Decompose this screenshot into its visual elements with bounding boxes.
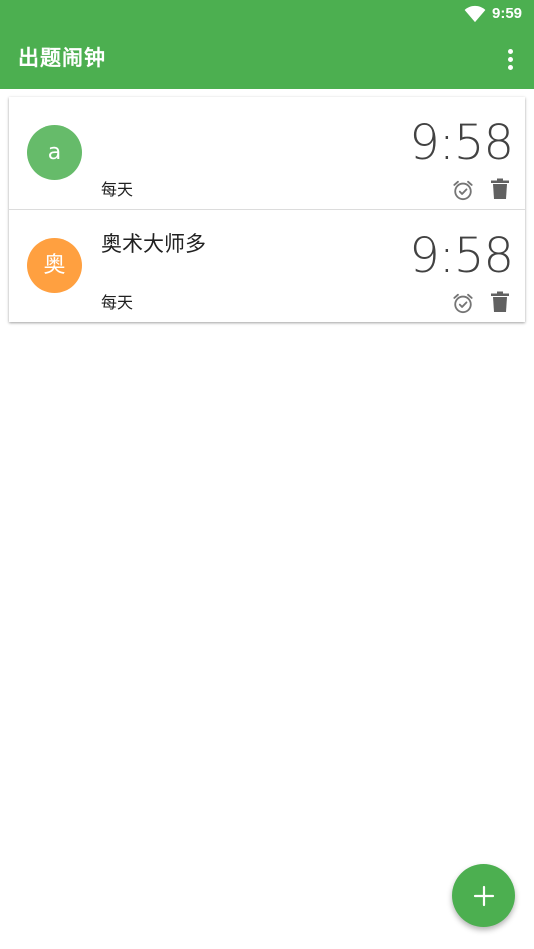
alarm-item[interactable]: 奥 奥术大师多 9:58 每天 — [9, 210, 525, 322]
status-bar: 9:59 — [0, 0, 534, 28]
alarm-check-icon[interactable] — [452, 179, 474, 201]
alarm-time[interactable]: 9:58 — [409, 111, 514, 175]
alarm-time[interactable]: 9:58 — [409, 224, 514, 288]
avatar: 奥 — [27, 238, 82, 293]
avatar: a — [27, 125, 82, 180]
alarm-repeat: 每天 — [101, 180, 134, 199]
more-vert-icon[interactable] — [496, 44, 524, 74]
plus-icon — [473, 885, 494, 906]
alarm-item[interactable]: a 9:58 每天 — [9, 97, 525, 209]
app-bar: 出题闹钟 — [0, 28, 534, 89]
wifi-icon — [464, 5, 486, 23]
alarm-check-icon[interactable] — [452, 292, 474, 314]
delete-icon[interactable] — [490, 291, 510, 313]
app-title: 出题闹钟 — [18, 46, 106, 70]
status-time: 9:59 — [492, 5, 523, 22]
screen: 9:59 出题闹钟 a 9:58 每天 奥 奥术大师多 9:58 每天 — [0, 0, 534, 949]
delete-icon[interactable] — [490, 178, 510, 200]
alarm-list: a 9:58 每天 奥 奥术大师多 9:58 每天 — [9, 97, 525, 322]
alarm-repeat: 每天 — [101, 293, 134, 312]
alarm-title: 奥术大师多 — [101, 232, 206, 256]
add-alarm-button[interactable] — [452, 864, 515, 927]
